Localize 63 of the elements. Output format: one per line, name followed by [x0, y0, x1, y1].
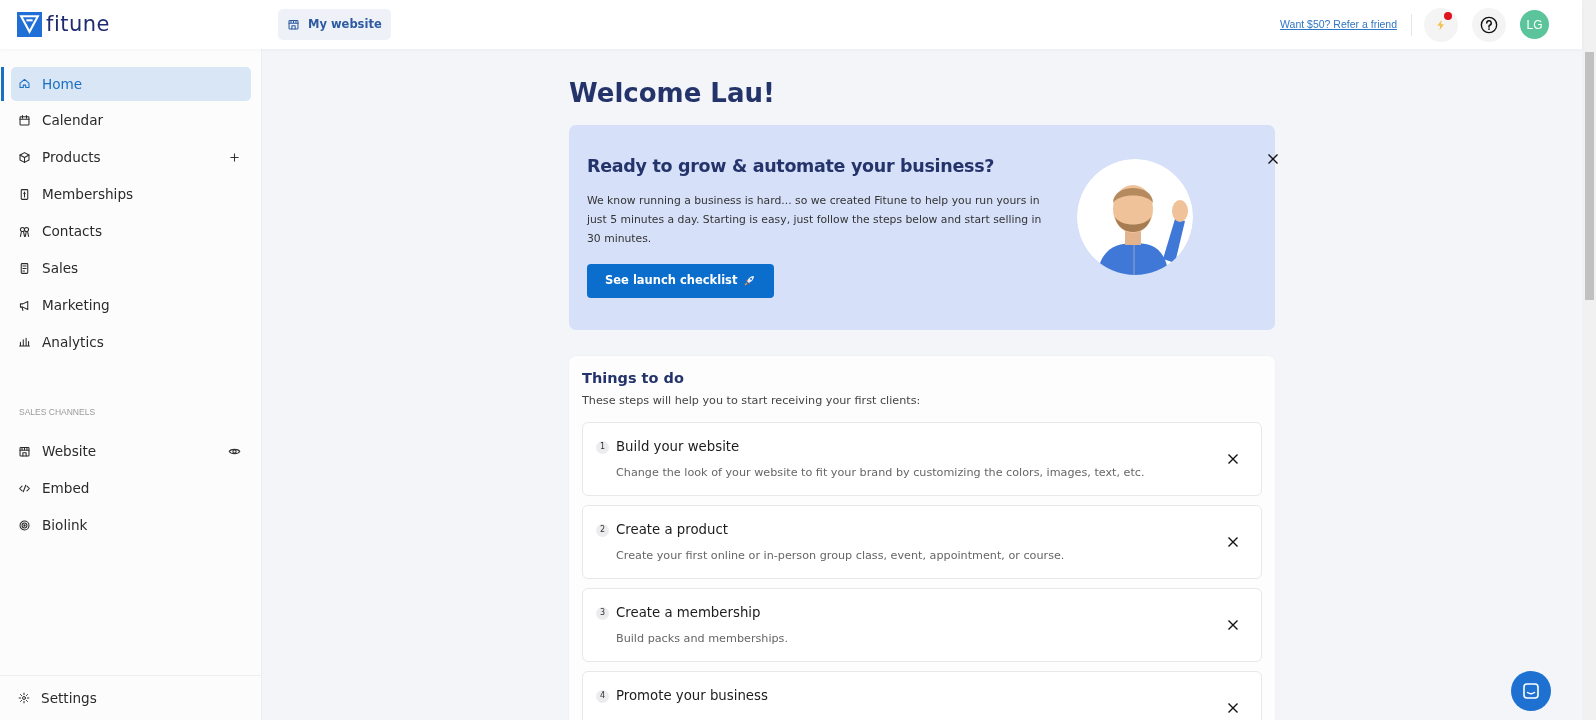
close-icon	[1227, 453, 1239, 466]
referral-link[interactable]: Want $50? Refer a friend	[1280, 16, 1397, 33]
help-button[interactable]	[1472, 7, 1506, 42]
step-title: Create a product	[616, 521, 728, 540]
chat-icon	[1522, 682, 1540, 700]
sidebar-item[interactable]: Home	[11, 67, 251, 101]
close-icon	[1227, 619, 1239, 632]
step-number: 1	[596, 440, 609, 454]
notifications-button[interactable]	[1424, 7, 1458, 42]
sidebar-item[interactable]: Calendar	[11, 103, 251, 138]
card-icon	[18, 187, 31, 201]
close-icon	[1227, 702, 1239, 715]
bar-chart-icon	[18, 335, 31, 349]
code-icon	[18, 482, 31, 495]
target-icon	[18, 518, 31, 532]
settings-item[interactable]: Settings	[11, 681, 251, 715]
step-number: 2	[596, 523, 609, 537]
step-description: Build packs and memberships.	[616, 631, 788, 647]
storefront-icon	[18, 445, 31, 459]
receipt-icon	[18, 261, 31, 275]
step-description: Change the look of your website to fit your brand by customizing the colors, images, text, etc.	[616, 465, 1145, 481]
active-indicator	[1, 67, 4, 101]
lightning-icon	[1435, 17, 1447, 32]
page-heading: Welcome Lau!	[569, 77, 776, 110]
step-number: 3	[596, 606, 609, 620]
help-icon	[1480, 15, 1498, 34]
plus-icon	[228, 151, 241, 165]
logo-text: fitune	[46, 14, 110, 35]
step-title: Create a membership	[616, 604, 761, 623]
logo-icon	[17, 12, 42, 37]
section-title: Things to do	[582, 368, 685, 388]
megaphone-icon	[18, 298, 31, 312]
sidebar-item[interactable]: Analytics	[11, 325, 251, 359]
section-subtitle: These steps will help you to start receiving your first clients:	[582, 393, 922, 410]
scrollbar-thumb[interactable]	[1584, 52, 1594, 300]
sidebar-item[interactable]: Contacts	[11, 214, 251, 249]
banner-title: Ready to grow & automate your business?	[587, 155, 996, 178]
cube-icon	[18, 151, 31, 165]
banner-text: We know running a business is hard... so we created Fitune to help you run yours in just 5 minutes a day. Starting is easy, just follow the steps below and start selling in 30 minutes.	[587, 193, 1043, 248]
sidebar-item[interactable]: Biolink	[11, 508, 251, 543]
my-website-button[interactable]: My website	[278, 8, 391, 41]
home-icon	[18, 77, 31, 91]
chat-button[interactable]	[1511, 671, 1551, 711]
calendar-icon	[18, 114, 31, 128]
sidebar-item[interactable]: Products	[11, 140, 251, 175]
sidebar-item[interactable]: Website	[11, 434, 251, 469]
storefront-icon	[287, 18, 300, 31]
people-icon	[18, 224, 31, 238]
rocket-icon	[743, 274, 757, 288]
step-number: 4	[596, 689, 609, 703]
sidebar-item[interactable]: Sales	[11, 251, 251, 285]
step-title: Build your website	[616, 438, 740, 457]
sidebar-item[interactable]: Marketing	[11, 288, 251, 322]
sidebar-item[interactable]: Embed	[11, 471, 251, 506]
section-heading: SALES CHANNELS	[19, 406, 97, 419]
scrollbar[interactable]	[1582, 0, 1596, 720]
step-description: Create your first online or in-person group class, event, appointment, or course.	[616, 548, 1065, 564]
sidebar-item[interactable]: Memberships	[11, 177, 251, 212]
close-icon	[1267, 153, 1279, 165]
gear-icon	[18, 692, 30, 704]
close-icon	[1227, 536, 1239, 549]
launch-checklist-button[interactable]: See launch checklist	[587, 264, 775, 298]
step-title: Promote your business	[616, 687, 768, 706]
